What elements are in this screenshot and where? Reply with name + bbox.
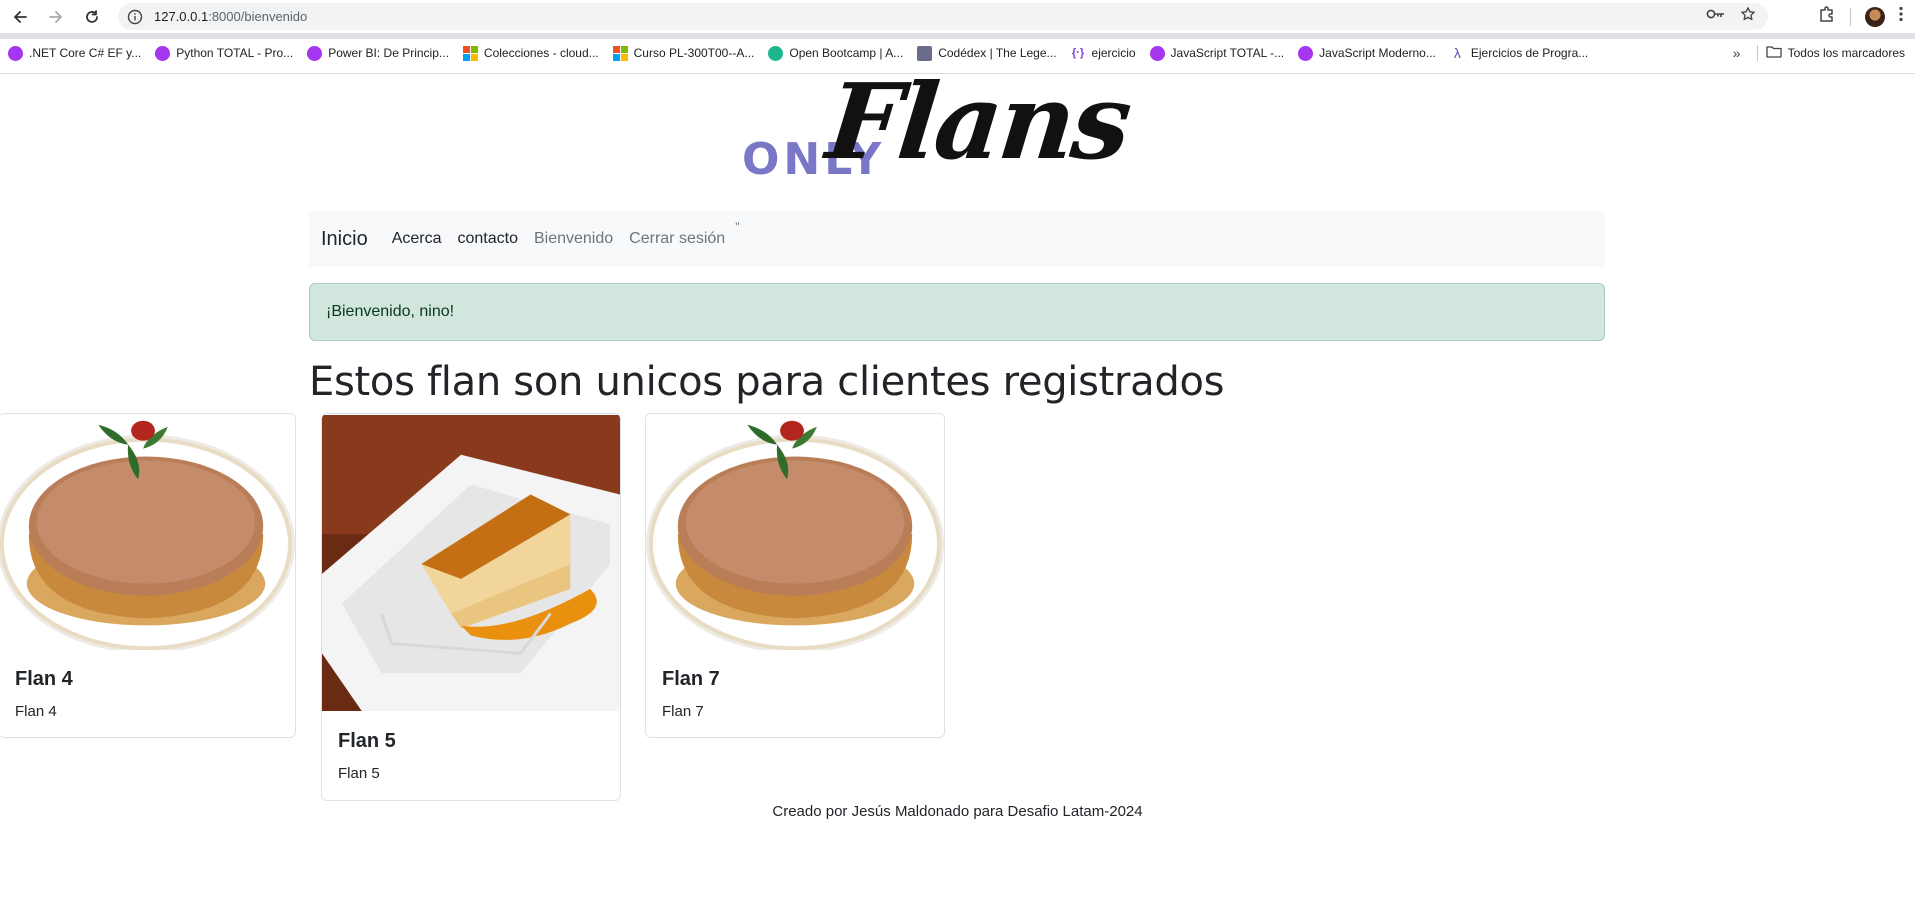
browser-toolbar: 127.0.0.1:8000/bienvenido xyxy=(0,0,1915,33)
openbootcamp-icon xyxy=(768,45,784,61)
all-bookmarks-label: Todos los marcadores xyxy=(1787,46,1905,60)
udemy-icon xyxy=(8,45,23,61)
bookmark-label: JavaScript Moderno... xyxy=(1319,46,1436,60)
logo-flans-text: Flans xyxy=(821,60,1135,183)
forward-icon[interactable] xyxy=(42,3,70,31)
reload-icon[interactable] xyxy=(78,3,106,31)
welcome-alert-text: ¡Bienvenido, nino! xyxy=(326,303,455,320)
folder-icon xyxy=(1765,45,1782,61)
nav-link-bienvenido[interactable]: Bienvenido xyxy=(534,230,613,248)
bookmark-star-icon[interactable] xyxy=(1740,6,1756,27)
nav-link-cerrar-sesion[interactable]: Cerrar sesión xyxy=(629,230,725,248)
password-key-icon[interactable] xyxy=(1706,7,1726,26)
page-heading: Estos flan son unicos para clientes regi… xyxy=(309,359,1225,405)
profile-avatar[interactable] xyxy=(1865,6,1885,27)
flan-image xyxy=(322,414,620,712)
menu-kebab-icon[interactable] xyxy=(1899,6,1903,27)
bookmark-item[interactable]: JavaScript TOTAL -... xyxy=(1143,41,1292,65)
codedex-icon xyxy=(917,45,933,61)
bookmark-item[interactable]: JavaScript Moderno... xyxy=(1291,41,1443,65)
udemy-icon xyxy=(155,45,171,61)
flan-card[interactable]: Flan 5 Flan 5 xyxy=(321,413,621,801)
address-bar[interactable]: 127.0.0.1:8000/bienvenido xyxy=(118,3,1768,30)
flan-image xyxy=(646,414,944,650)
back-icon[interactable] xyxy=(6,3,34,31)
page-footer: Creado por Jesús Maldonado para Desafio … xyxy=(772,803,1143,820)
microsoft-icon xyxy=(612,45,628,61)
more-bookmarks-icon[interactable]: » xyxy=(1723,45,1751,61)
bookmark-item[interactable]: Python TOTAL - Pro... xyxy=(148,41,300,65)
bookmark-label: .NET Core C# EF y... xyxy=(29,46,142,60)
toolbar-divider xyxy=(1850,7,1851,26)
card-text: Flan 7 xyxy=(662,703,704,720)
bookmark-label: Codédex | The Lege... xyxy=(938,46,1057,60)
bookmark-item[interactable]: Curso PL-300T00--A... xyxy=(606,41,762,65)
bookmark-item[interactable]: λ Ejercicios de Progra... xyxy=(1443,41,1595,65)
url-text: 127.0.0.1:8000/bienvenido xyxy=(154,9,308,24)
main-navbar: Inicio Acerca contacto Bienvenido Cerrar… xyxy=(309,211,1605,267)
flan-card[interactable]: Flan 7 Flan 7 xyxy=(645,413,945,738)
nav-link-contacto[interactable]: contacto xyxy=(458,230,518,248)
nav-brand-inicio[interactable]: Inicio xyxy=(321,228,368,251)
card-title: Flan 4 xyxy=(15,668,73,690)
bookmark-label: Curso PL-300T00--A... xyxy=(633,46,755,60)
udemy-icon xyxy=(307,45,323,61)
card-text: Flan 5 xyxy=(338,765,380,782)
bookmark-item[interactable]: .NET Core C# EF y... xyxy=(0,41,148,65)
all-bookmarks-button[interactable]: Todos los marcadores xyxy=(1765,45,1915,61)
card-title: Flan 7 xyxy=(662,668,720,690)
card-title: Flan 5 xyxy=(338,730,396,752)
bookmark-item[interactable]: Power BI: De Princip... xyxy=(300,41,456,65)
bookmark-label: ejercicio xyxy=(1091,46,1136,60)
bookmark-label: Colecciones - cloud... xyxy=(483,46,599,60)
bookmark-label: Power BI: De Princip... xyxy=(328,46,449,60)
udemy-icon xyxy=(1298,45,1314,61)
brackets-icon: {·} xyxy=(1071,46,1085,59)
bookmark-label: Ejercicios de Progra... xyxy=(1470,46,1589,60)
nav-link-acerca[interactable]: Acerca xyxy=(392,230,442,248)
microsoft-icon xyxy=(462,45,478,61)
welcome-alert: ¡Bienvenido, nino! xyxy=(309,283,1605,341)
bookmark-item[interactable]: Colecciones - cloud... xyxy=(456,41,606,65)
bookmark-label: Open Bootcamp | A... xyxy=(789,46,904,60)
card-text: Flan 4 xyxy=(15,703,57,720)
bookmark-label: JavaScript TOTAL -... xyxy=(1170,46,1285,60)
onlyflans-logo: ONLY Flans xyxy=(740,60,1180,194)
flan-image xyxy=(0,414,295,650)
udemy-icon xyxy=(1149,45,1165,61)
extensions-icon[interactable] xyxy=(1818,5,1836,28)
flan-card[interactable]: Flan 4 Flan 4 xyxy=(0,413,296,738)
site-info-icon[interactable] xyxy=(126,8,144,26)
lambda-icon: λ xyxy=(1453,44,1461,61)
stray-quote-text: " xyxy=(735,220,740,234)
bookmark-label: Python TOTAL - Pro... xyxy=(176,46,294,60)
bookmarks-divider xyxy=(1756,45,1758,61)
